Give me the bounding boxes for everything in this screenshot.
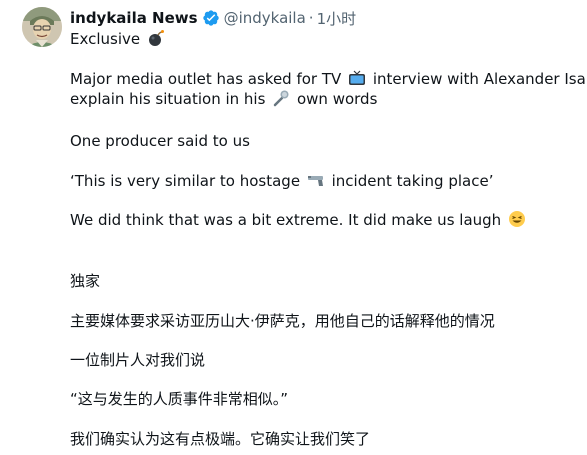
verified-badge-icon (202, 9, 220, 27)
paragraph-zh-exclusive: 独家 (70, 271, 100, 291)
author-name[interactable]: indykaila News (70, 9, 198, 27)
text-producer: One producer said to us (70, 132, 250, 150)
paragraph-zh-quote: “这与发生的人质事件非常相似。” (70, 389, 288, 409)
text-zh-extreme: 我们确实认为这有点极端。它确实让我们笑了 (70, 430, 371, 448)
avatar-image (22, 7, 62, 47)
avatar[interactable] (22, 7, 62, 47)
paragraph-extreme: We did think that was a bit extreme. It … (70, 210, 528, 230)
paragraph-exclusive: Exclusive (70, 29, 167, 49)
text-extreme: We did think that was a bit extreme. It … (70, 211, 502, 229)
paragraph-zh-media: 主要媒体要求采访亚历山大·伊萨克，用他自己的话解释他的情况 (70, 311, 495, 331)
author-handle[interactable]: @indykaila (224, 9, 306, 27)
paragraph-producer: One producer said to us (70, 131, 250, 151)
tweet-header: indykaila News @indykaila · 1小时 (70, 7, 356, 29)
text-media-1a: Major media outlet has asked for TV (70, 70, 342, 88)
text-zh-quote: “这与发生的人质事件非常相似。” (70, 390, 289, 408)
text-quote-b: incident taking place’ (331, 172, 494, 190)
paragraph-media-request: Major media outlet has asked for TV inte… (70, 69, 587, 109)
microphone-icon (272, 89, 290, 107)
tweet[interactable]: indykaila News @indykaila · 1小时 Exclusiv… (0, 0, 587, 455)
text-media-2a: explain his situation in his (70, 90, 266, 108)
text-quote-a: ‘This is very similar to hostage (70, 172, 301, 190)
paragraph-zh-producer: 一位制片人对我们说 (70, 350, 205, 370)
text-media-1b: interview with Alexander Isak to (372, 70, 587, 88)
text-zh-exclusive: 独家 (70, 272, 101, 290)
text-media-2b: own words (296, 90, 378, 108)
post-time[interactable]: 1小时 (317, 8, 357, 29)
separator-dot: · (308, 9, 314, 27)
bomb-icon (147, 29, 165, 47)
television-icon (348, 69, 366, 87)
pistol-icon (307, 171, 325, 189)
paragraph-quote: ‘This is very similar to hostage inciden… (70, 171, 493, 191)
paragraph-zh-extreme: 我们确实认为这有点极端。它确实让我们笑了 (70, 429, 370, 449)
text-zh-media: 主要媒体要求采访亚历山大·伊萨克，用他自己的话解释他的情况 (70, 312, 495, 330)
text-zh-producer: 一位制片人对我们说 (70, 351, 206, 369)
text-exclusive: Exclusive (70, 30, 141, 48)
laughing-face-icon (508, 210, 526, 228)
